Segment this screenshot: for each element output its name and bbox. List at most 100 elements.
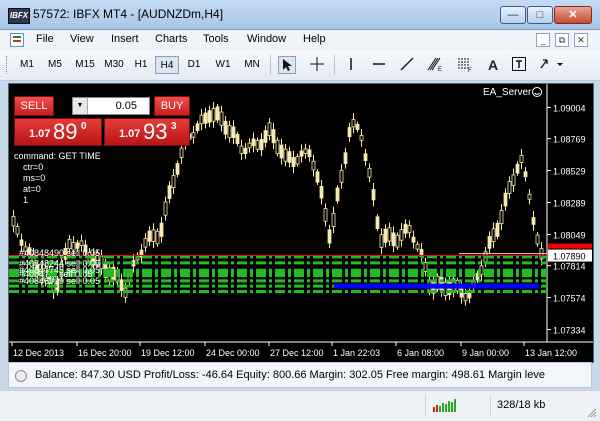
toolbar: M1 M5 M15 M30 H1 H4 D1 W1 MN E F A [0,50,600,81]
order-label: #40846979 sell 0.05 [19,276,100,286]
candle [527,193,532,200]
candle [467,292,472,299]
candle [15,226,20,235]
candle [347,127,352,138]
menu-tools[interactable]: Tools [203,33,229,45]
timeframe-d1[interactable]: D1 [182,56,206,74]
text-label-icon[interactable] [510,56,528,74]
menu-insert[interactable]: Insert [111,33,139,45]
volume-value: 0.05 [115,100,137,112]
candle [195,123,200,131]
fibonacci-icon[interactable]: E [426,56,444,74]
account-status-bar: Balance: 847.30 USD Profit/Loss: -46.64 … [8,362,592,388]
timeframe-mn[interactable]: MN [239,56,265,74]
toolbar-separator [334,55,335,75]
minimize-button[interactable]: — [500,6,526,24]
timeframe-m1[interactable]: M1 [14,56,40,74]
resize-grip-icon[interactable] [587,408,597,418]
time-tick-label: 24 Dec 00:00 [206,348,260,358]
timeframe-m30[interactable]: M30 [100,56,128,74]
svg-text:F: F [468,68,472,72]
candle [495,222,500,237]
candle [339,169,344,183]
candle [399,229,404,241]
candle [367,167,372,178]
candle [343,152,348,164]
toolbar-grip [6,56,10,74]
candle [119,279,124,292]
comment-line: ctr=0 [23,162,43,172]
candle [415,243,420,250]
menu-view[interactable]: View [70,33,94,45]
timeframe-h1[interactable]: H1 [130,56,152,74]
price-tick-label: 1.07574 [553,294,586,304]
cursor-icon[interactable] [278,56,296,74]
comment-line: 1 [23,195,28,205]
menu-window[interactable]: Window [247,33,286,45]
mdi-restore-button[interactable]: ⧉ [555,33,569,47]
horizontal-line-icon[interactable] [370,56,388,74]
candle [375,216,380,230]
menu-help[interactable]: Help [303,33,326,45]
price-tick-label: 1.08769 [553,135,586,145]
account-summary: Balance: 847.30 USD Profit/Loss: -46.64 … [35,369,545,381]
timeframe-m15[interactable]: M15 [70,56,100,74]
text-icon[interactable]: A [484,56,502,74]
candle [175,163,180,175]
mdi-minimize-button[interactable]: _ [536,33,550,47]
candle [151,229,156,242]
terminal-toggle-icon[interactable] [15,370,27,382]
candle [487,236,492,249]
title-bar: IBFX 57572: IBFX MT4 - [AUDNZDm,H4] — □ … [0,0,600,30]
vertical-line-icon[interactable] [342,56,360,74]
candle [323,208,328,222]
candle [519,155,524,163]
candle [499,209,504,225]
candle [155,230,160,245]
candle [267,122,272,136]
menu-charts[interactable]: Charts [155,33,187,45]
crosshair-icon[interactable] [308,56,326,74]
candle [335,187,340,202]
candle [535,234,540,245]
candle [19,239,24,246]
fibonacci-fan-icon[interactable]: F [456,56,474,74]
arrows-icon[interactable] [538,56,564,74]
buy-button[interactable]: BUY [154,96,190,116]
timeframe-m5[interactable]: M5 [42,56,68,74]
chart-window-icon[interactable] [10,33,24,47]
sell-price-button[interactable]: 1.07 89 0 [14,118,102,146]
candle [355,123,360,130]
sell-price-prefix: 1.07 [29,128,51,140]
timeframe-h4[interactable]: H4 [155,56,179,74]
volume-field[interactable]: ▼ 0.05 [72,97,150,115]
candle [311,160,316,171]
candle [247,142,252,149]
candle [411,236,416,243]
smiley-icon [532,87,542,97]
candle [287,151,292,163]
candle [271,129,276,144]
sell-price-pips: 89 [53,119,78,144]
volume-dropdown-icon[interactable]: ▼ [73,98,88,114]
timeframe-w1[interactable]: W1 [210,56,236,74]
buy-price-button[interactable]: 1.07 93 3 [104,118,190,146]
maximize-button[interactable]: □ [527,6,553,24]
candle [371,189,376,201]
menu-file[interactable]: File [36,33,54,45]
close-button[interactable]: ✕ [554,6,592,24]
time-tick-label: 6 Jan 08:00 [397,348,444,358]
time-tick-label: 27 Dec 12:00 [270,348,324,358]
time-tick-label: 19 Dec 12:00 [141,348,195,358]
mdi-close-button[interactable]: ✕ [574,33,588,47]
bottom-status-bar: 328/18 kb [0,390,600,421]
candle [179,147,184,158]
trendline-icon[interactable] [398,56,416,74]
candle [263,130,268,143]
candle [295,156,300,165]
current-price-label: 1.07890 [553,252,586,262]
candle [251,138,256,147]
comment-line: at=0 [23,184,41,194]
sell-button[interactable]: SELL [14,96,54,116]
buy-price-prefix: 1.07 [119,128,141,140]
